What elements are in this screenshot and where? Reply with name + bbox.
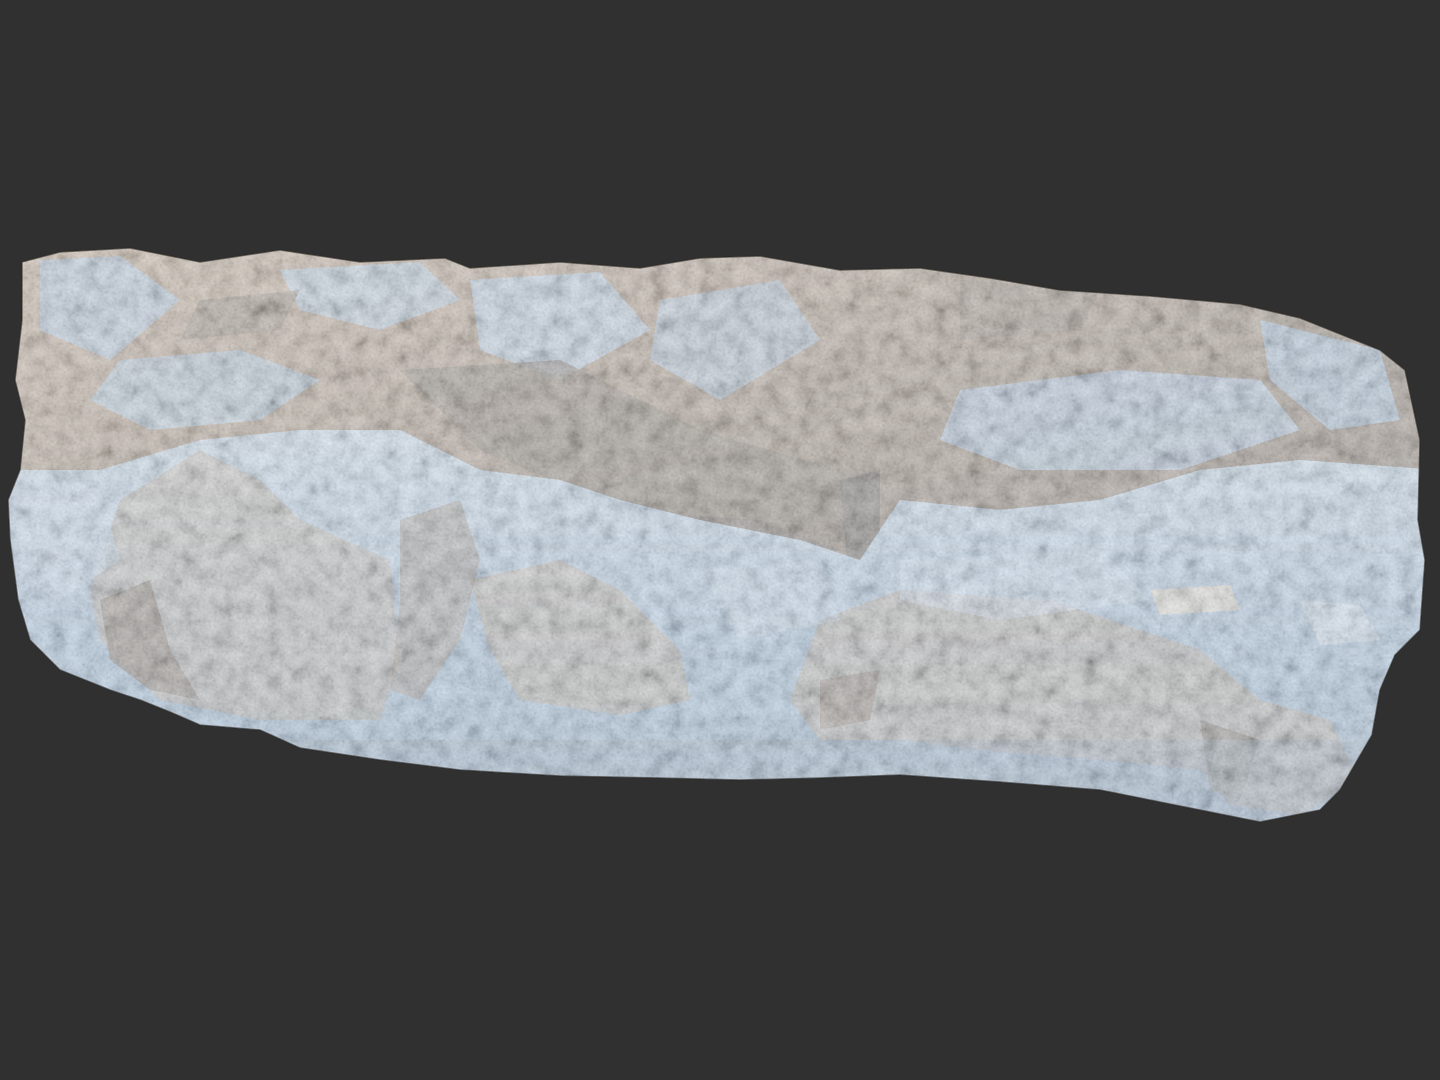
3d-viewport[interactable] <box>0 0 1440 1080</box>
surface-texture <box>8 248 1425 822</box>
rock-scan-model[interactable] <box>0 0 1440 1080</box>
